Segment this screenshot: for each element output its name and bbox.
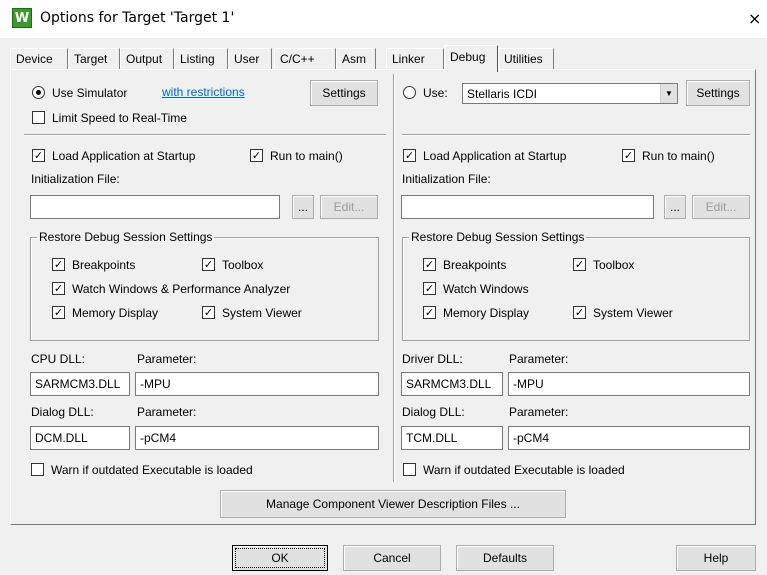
left-run-to-main-checkbox[interactable]: ✓ <box>250 149 263 162</box>
right-load-app-checkbox[interactable]: ✓ <box>403 149 416 162</box>
left-dialog-param-input[interactable]: -pCM4 <box>135 426 379 450</box>
left-watch-label: Watch Windows & Performance Analyzer <box>72 282 291 296</box>
help-button[interactable]: Help <box>676 545 756 571</box>
left-warn-label: Warn if outdated Executable is loaded <box>51 463 253 477</box>
left-load-app-checkbox[interactable]: ✓ <box>32 149 45 162</box>
defaults-button[interactable]: Defaults <box>456 545 554 571</box>
right-init-file-input[interactable] <box>401 195 654 219</box>
panel-divider <box>393 74 395 482</box>
right-system-viewer-checkbox[interactable]: ✓ <box>573 306 586 319</box>
left-system-viewer-checkbox[interactable]: ✓ <box>202 306 215 319</box>
cpu-dll-input[interactable]: SARMCM3.DLL <box>30 372 130 396</box>
driver-param-input[interactable]: -MPU <box>508 372 750 396</box>
tab-output[interactable]: Output <box>120 48 174 70</box>
cpu-dll-label: CPU DLL: <box>31 352 86 366</box>
driver-dll-input[interactable]: SARMCM3.DLL <box>401 372 503 396</box>
tab-device[interactable]: Device <box>10 48 68 70</box>
tab-linker[interactable]: Linker <box>386 48 444 70</box>
tab-debug[interactable]: Debug <box>444 45 498 72</box>
right-memory-checkbox[interactable]: ✓ <box>423 306 436 319</box>
right-toolbox-label: Toolbox <box>593 258 635 272</box>
window-title: Options for Target 'Target 1' <box>40 10 235 26</box>
right-system-viewer-label: System Viewer <box>593 306 673 320</box>
driver-dll-label: Driver DLL: <box>402 352 463 366</box>
left-breakpoints-label: Breakpoints <box>72 258 136 272</box>
left-memory-label: Memory Display <box>72 306 159 320</box>
driver-param-label: Parameter: <box>509 352 569 366</box>
left-breakpoints-checkbox[interactable]: ✓ <box>52 258 65 271</box>
right-warn-checkbox[interactable] <box>403 463 416 476</box>
debugger-select[interactable]: Stellaris ICDI ▼ <box>462 83 678 104</box>
limit-speed-checkbox[interactable] <box>32 111 45 124</box>
cpu-param-label: Parameter: <box>137 352 197 366</box>
left-watch-checkbox[interactable]: ✓ <box>52 282 65 295</box>
left-init-file-label: Initialization File: <box>31 172 120 186</box>
right-dialog-param-input[interactable]: -pCM4 <box>508 426 750 450</box>
right-warn-label: Warn if outdated Executable is loaded <box>423 463 625 477</box>
left-run-to-main-label: Run to main() <box>270 149 343 163</box>
right-edit-button[interactable]: Edit... <box>692 195 750 219</box>
left-toolbox-checkbox[interactable]: ✓ <box>202 258 215 271</box>
tab-target[interactable]: Target <box>68 48 120 70</box>
right-breakpoints-label: Breakpoints <box>443 258 507 272</box>
tab-user[interactable]: User <box>228 48 272 70</box>
with-restrictions-link[interactable]: with restrictions <box>162 85 245 99</box>
left-system-viewer-label: System Viewer <box>222 306 302 320</box>
right-dialog-dll-label: Dialog DLL: <box>402 405 465 419</box>
use-simulator-label: Use Simulator <box>52 86 128 100</box>
use-debugger-label: Use: <box>423 86 448 100</box>
left-dialog-param-label: Parameter: <box>137 405 197 419</box>
tab-cpp[interactable]: C/C++ <box>274 48 336 70</box>
right-watch-label: Watch Windows <box>443 282 529 296</box>
left-divider <box>24 134 386 136</box>
right-load-app-label: Load Application at Startup <box>423 149 567 163</box>
debugger-select-value: Stellaris ICDI <box>467 87 538 101</box>
right-run-to-main-label: Run to main() <box>642 149 715 163</box>
app-icon: W <box>12 8 32 28</box>
left-dialog-dll-label: Dialog DLL: <box>31 405 94 419</box>
use-debugger-radio[interactable] <box>403 86 416 99</box>
left-toolbox-label: Toolbox <box>222 258 264 272</box>
right-init-file-label: Initialization File: <box>402 172 491 186</box>
left-browse-button[interactable]: ... <box>292 195 314 219</box>
manage-component-viewer-button[interactable]: Manage Component Viewer Description File… <box>220 490 566 518</box>
tab-utilities[interactable]: Utilities <box>498 48 554 70</box>
right-divider <box>402 134 750 136</box>
right-watch-checkbox[interactable]: ✓ <box>423 282 436 295</box>
debugger-settings-button[interactable]: Settings <box>686 80 750 106</box>
use-simulator-radio[interactable] <box>32 86 45 99</box>
close-icon[interactable]: × <box>748 9 761 28</box>
left-memory-checkbox[interactable]: ✓ <box>52 306 65 319</box>
right-dialog-dll-input[interactable]: TCM.DLL <box>401 426 503 450</box>
right-run-to-main-checkbox[interactable]: ✓ <box>622 149 635 162</box>
right-breakpoints-checkbox[interactable]: ✓ <box>423 258 436 271</box>
right-browse-button[interactable]: ... <box>664 195 686 219</box>
tab-asm[interactable]: Asm <box>336 48 376 70</box>
right-toolbox-checkbox[interactable]: ✓ <box>573 258 586 271</box>
cpu-param-input[interactable]: -MPU <box>135 372 379 396</box>
left-warn-checkbox[interactable] <box>31 463 44 476</box>
limit-speed-label: Limit Speed to Real-Time <box>52 111 187 125</box>
left-dialog-dll-input[interactable]: DCM.DLL <box>30 426 130 450</box>
cancel-button[interactable]: Cancel <box>343 545 441 571</box>
right-dialog-param-label: Parameter: <box>509 405 569 419</box>
left-load-app-label: Load Application at Startup <box>52 149 196 163</box>
ok-button[interactable]: OK <box>232 545 328 571</box>
left-init-file-input[interactable] <box>30 195 280 219</box>
right-memory-label: Memory Display <box>443 306 530 320</box>
right-restore-group-title: Restore Debug Session Settings <box>409 230 587 244</box>
tab-listing[interactable]: Listing <box>174 48 228 70</box>
left-edit-button[interactable]: Edit... <box>320 195 378 219</box>
chevron-down-icon[interactable]: ▼ <box>660 84 677 103</box>
simulator-settings-button[interactable]: Settings <box>310 80 378 106</box>
left-restore-group-title: Restore Debug Session Settings <box>37 230 215 244</box>
